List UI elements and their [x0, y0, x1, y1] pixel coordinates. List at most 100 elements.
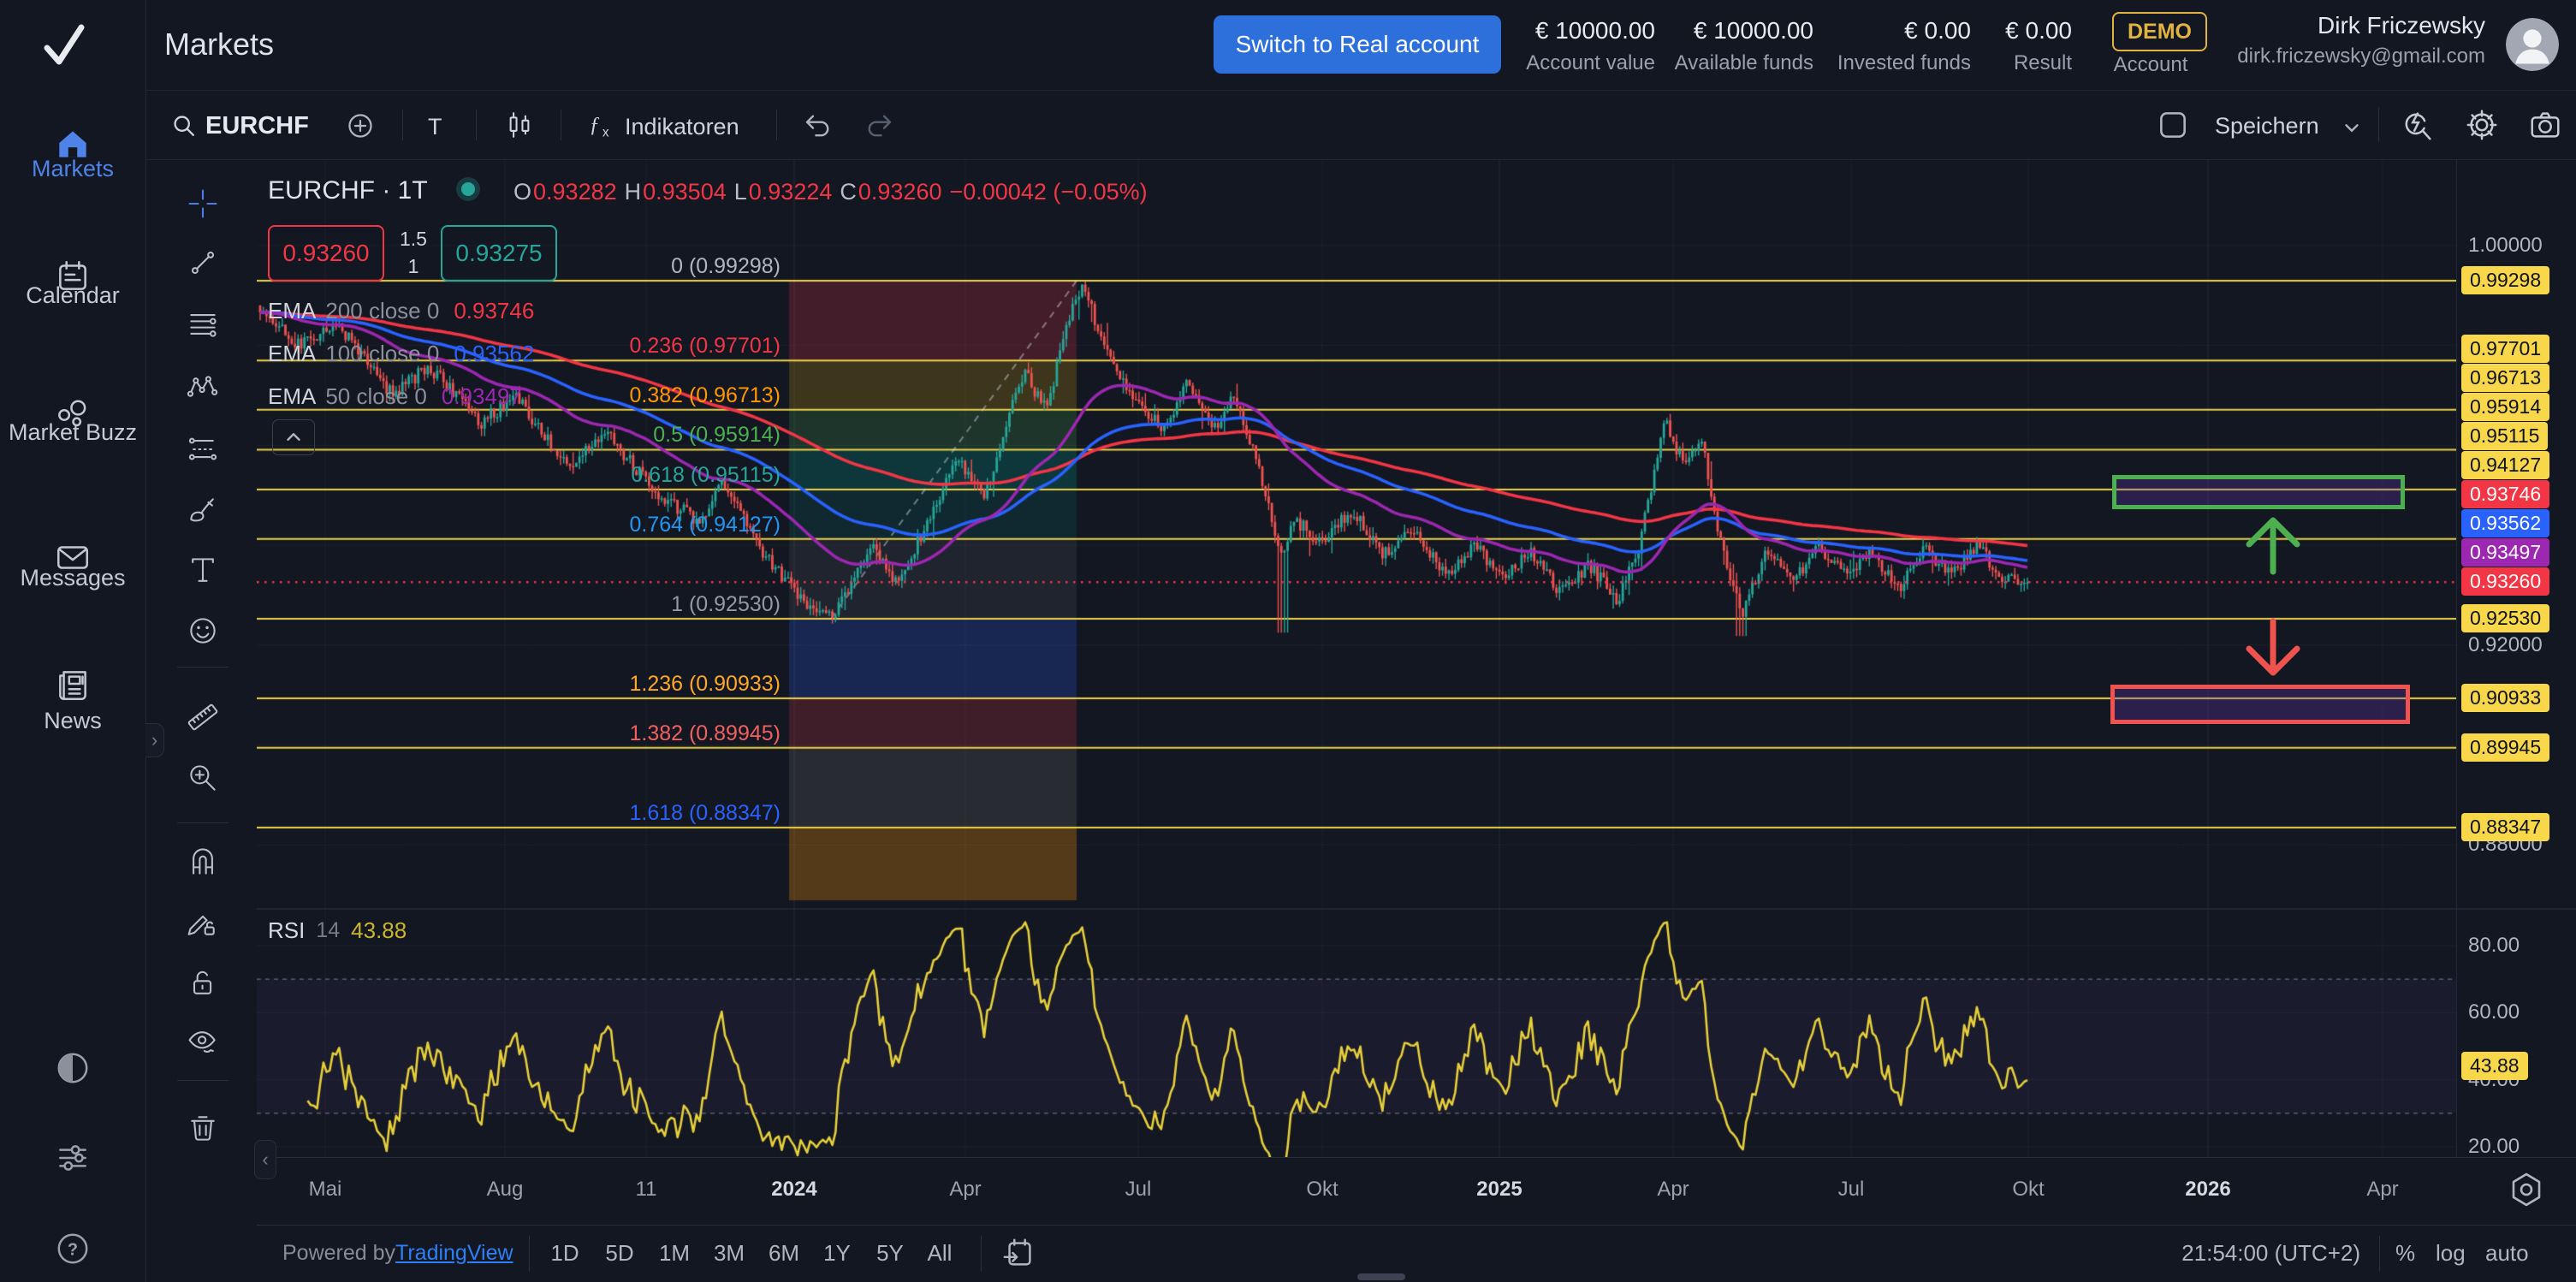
price-chart-canvas[interactable] — [257, 159, 2456, 910]
preferences-sliders-icon[interactable] — [53, 1138, 92, 1178]
sidebar-item-markets[interactable]: Markets — [0, 116, 145, 204]
rsi-chart-canvas[interactable] — [257, 910, 2456, 1157]
news-icon — [53, 665, 92, 704]
ohlc-legend: O0.93282H0.93504L0.93224C0.93260−0.00042… — [513, 179, 1148, 205]
axis-settings-hexagon-icon[interactable] — [2507, 1171, 2546, 1208]
fib-retracement-tool-button[interactable] — [182, 304, 223, 345]
account-stat-label: Result — [2014, 51, 2072, 75]
log-scale-toggle[interactable]: log — [2436, 1240, 2466, 1267]
time-tick-jul[interactable]: Jul — [1125, 1178, 1152, 1202]
range-button-1m[interactable]: 1M — [659, 1240, 690, 1267]
undo-icon[interactable] — [802, 110, 834, 142]
time-tick-mai[interactable]: Mai — [309, 1178, 342, 1202]
zoom-in-tool-button[interactable] — [182, 757, 223, 798]
help-icon[interactable]: ? — [53, 1229, 92, 1268]
draw-lock-tool-button[interactable] — [182, 903, 223, 944]
avatar[interactable] — [2506, 18, 2559, 71]
ohlc-value: 0.93282 — [533, 179, 617, 205]
clock-label[interactable]: 21:54:00 (UTC+2) — [2181, 1240, 2360, 1267]
ohlc-key: C — [840, 179, 857, 205]
arrow-down-icon[interactable] — [2235, 618, 2311, 681]
save-button[interactable]: Speichern — [2215, 113, 2319, 139]
time-tick-2026[interactable]: 2026 — [2185, 1178, 2230, 1202]
trend-line-tool-button[interactable] — [182, 242, 223, 283]
powered-by-label: Powered by — [282, 1241, 395, 1266]
range-button-5d[interactable]: 5D — [605, 1240, 633, 1267]
sidebar-item-calendar[interactable]: Calendar — [0, 248, 145, 330]
crosshair-tool-button[interactable] — [182, 183, 223, 224]
ema-100-legend[interactable]: EMA100 close 00.93562 — [268, 341, 534, 367]
xabcd-pattern-tool-button[interactable] — [182, 366, 223, 407]
ohlc-key: O — [513, 179, 531, 205]
time-tick-okt[interactable]: Okt — [1306, 1178, 1338, 1202]
range-button-5y[interactable]: 5Y — [876, 1240, 904, 1267]
range-button-1y[interactable]: 1Y — [823, 1240, 851, 1267]
resistance-zone-box[interactable] — [2112, 475, 2405, 509]
magnet-tool-button[interactable] — [182, 841, 223, 882]
search-icon[interactable] — [169, 111, 199, 140]
symbol-legend[interactable]: EURCHF · 1T — [268, 176, 428, 205]
sidebar-item-news[interactable]: News — [0, 656, 145, 756]
compare-add-icon[interactable] — [344, 110, 377, 142]
quick-search-icon[interactable] — [2399, 107, 2435, 143]
range-button-1d[interactable]: 1D — [550, 1240, 579, 1267]
sidebar-item-messages[interactable]: Messages — [0, 529, 145, 613]
fx-indicator-icon[interactable]: ƒx — [584, 108, 618, 142]
brush-tool-button[interactable] — [182, 490, 223, 531]
emoji-tool-button[interactable] — [182, 610, 223, 651]
time-tick-apr[interactable]: Apr — [1657, 1178, 1689, 1202]
switch-to-real-button[interactable]: Switch to Real account — [1214, 15, 1501, 74]
snapshot-camera-icon[interactable] — [2527, 107, 2563, 143]
account-stat-value: € 10000.00 — [1694, 17, 1813, 45]
interval-button[interactable]: T — [428, 114, 442, 140]
lock-tool-button[interactable] — [182, 963, 223, 1004]
auto-scale-toggle[interactable]: auto — [2485, 1240, 2529, 1267]
layout-icon[interactable] — [2156, 108, 2190, 142]
object-tree-expand-handle[interactable]: › — [145, 723, 164, 757]
time-tick-11[interactable]: 11 — [636, 1178, 657, 1202]
market-status-dot[interactable] — [461, 182, 475, 196]
ruler-tool-button[interactable] — [182, 697, 223, 738]
range-button-all[interactable]: All — [928, 1240, 953, 1267]
redo-icon[interactable] — [863, 110, 895, 142]
trash-tool-button[interactable] — [182, 1107, 223, 1148]
ema-50-legend[interactable]: EMA50 close 00.93497 — [268, 383, 522, 410]
time-tick-jul[interactable]: Jul — [1838, 1178, 1865, 1202]
arrow-up-icon[interactable] — [2235, 512, 2311, 575]
legend-collapse-button[interactable] — [272, 419, 315, 455]
time-tick-aug[interactable]: Aug — [487, 1178, 524, 1202]
fib-price-badge: 0.95914 — [2461, 393, 2549, 421]
zoom-in-icon — [186, 761, 220, 795]
symbol-search-button[interactable]: EURCHF — [205, 112, 309, 140]
magnet-icon — [186, 845, 220, 879]
sell-bid-button[interactable]: 0.93260 — [268, 225, 384, 282]
projection-tool-button[interactable] — [182, 429, 223, 470]
app-logo[interactable] — [37, 19, 92, 74]
range-button-6m[interactable]: 6M — [769, 1240, 799, 1267]
chart-type-candles-icon[interactable] — [503, 109, 536, 141]
sidebar-item-market-buzz[interactable]: Market Buzz — [0, 388, 145, 467]
time-tick-2025[interactable]: 2025 — [1476, 1178, 1522, 1202]
time-tick-okt[interactable]: Okt — [2012, 1178, 2044, 1202]
range-button-3m[interactable]: 3M — [714, 1240, 745, 1267]
svg-text:ƒ: ƒ — [589, 111, 600, 136]
scrollbar-handle[interactable] — [1357, 1273, 1405, 1280]
settings-gear-icon[interactable] — [2464, 107, 2500, 143]
time-tick-apr[interactable]: Apr — [949, 1178, 981, 1202]
percent-scale-toggle[interactable]: % — [2395, 1240, 2415, 1267]
hide-drawings-tool-button[interactable] — [182, 1022, 223, 1063]
indicators-button[interactable]: Indikatoren — [625, 114, 739, 140]
user-email: dirk.friczewsky@gmail.com — [2237, 45, 2485, 68]
toolbar-collapse-handle[interactable]: ‹ — [254, 1140, 276, 1179]
save-chevron-down-icon[interactable] — [2342, 118, 2362, 139]
pane-separator[interactable] — [257, 908, 2576, 910]
time-tick-apr[interactable]: Apr — [2366, 1178, 2398, 1202]
goto-date-icon[interactable] — [1001, 1236, 1037, 1272]
tradingview-link[interactable]: TradingView — [395, 1241, 513, 1266]
buy-ask-button[interactable]: 0.93275 — [441, 225, 557, 282]
theme-contrast-icon[interactable] — [53, 1048, 92, 1088]
ema-200-legend[interactable]: EMA200 close 00.93746 — [268, 298, 534, 324]
support-zone-box[interactable] — [2110, 685, 2410, 724]
text-tool-tool-button[interactable] — [182, 550, 223, 591]
time-tick-2024[interactable]: 2024 — [771, 1178, 816, 1202]
